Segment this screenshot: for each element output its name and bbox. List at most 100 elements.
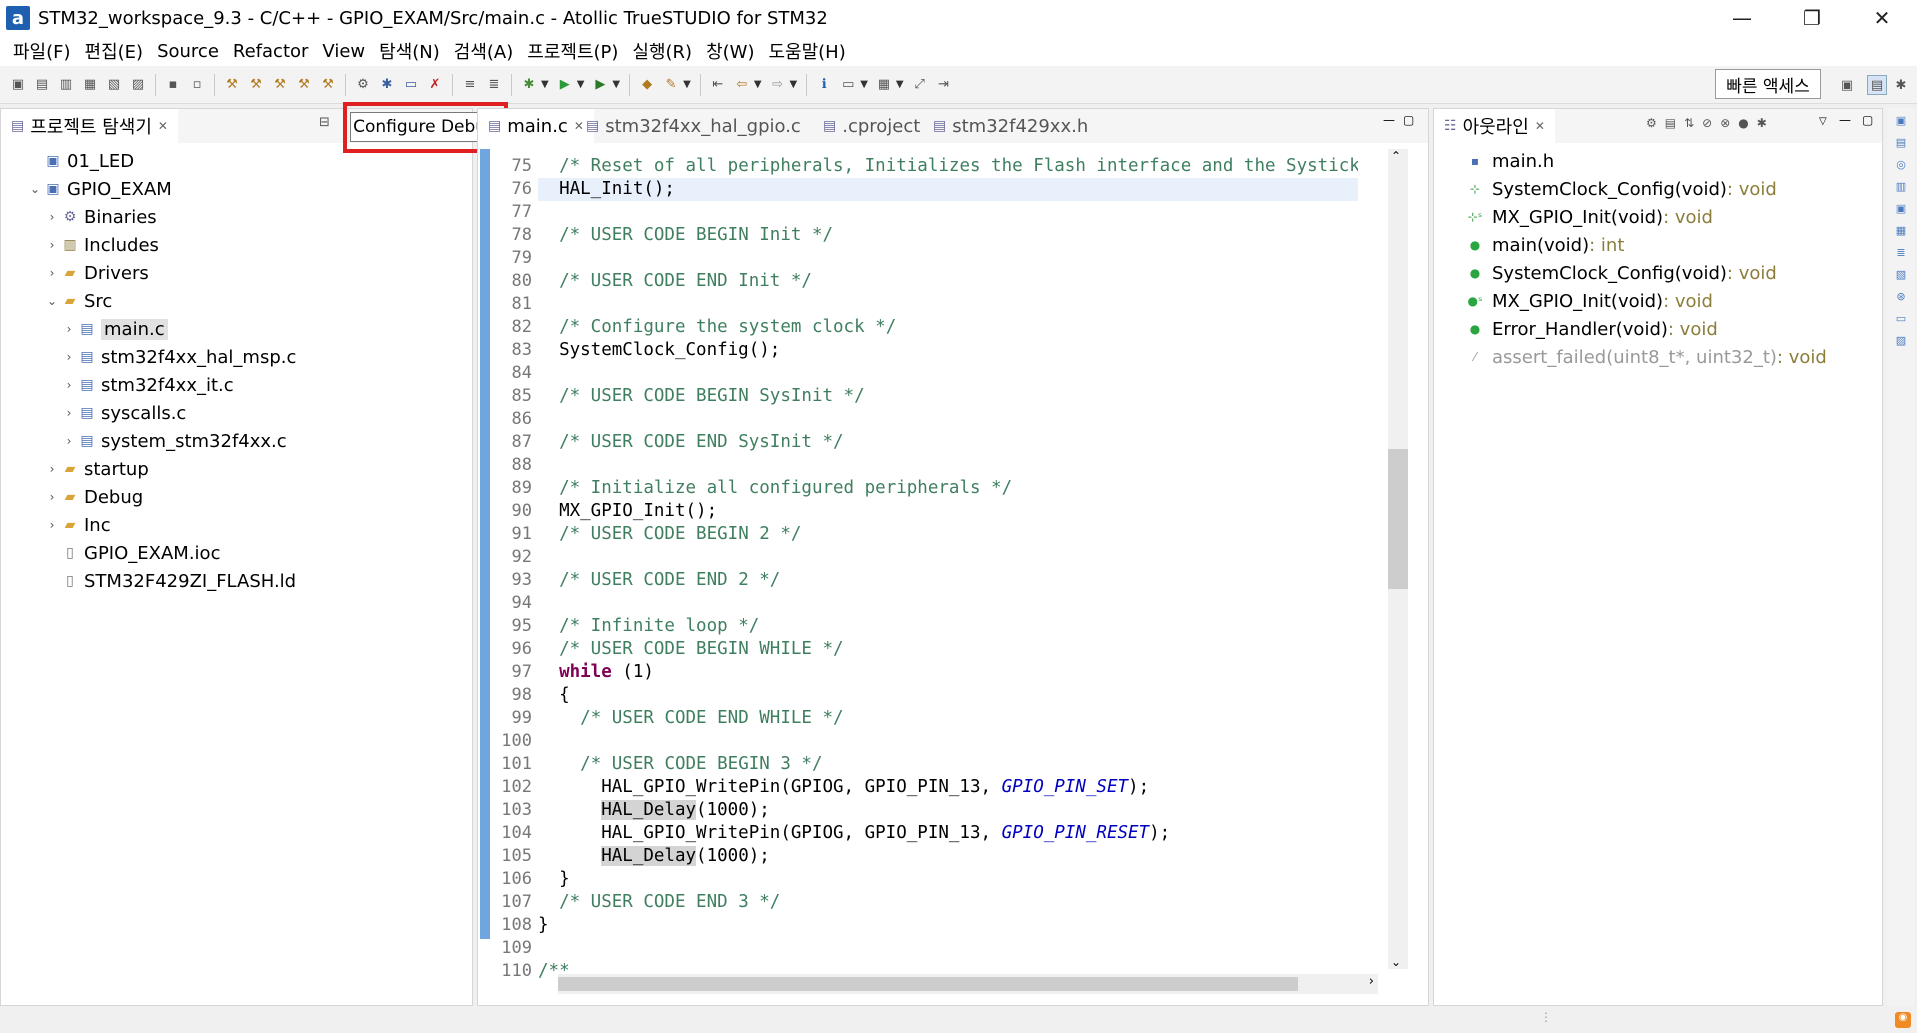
tree-item[interactable]: › ▤ syscalls.c bbox=[1, 399, 472, 427]
code-line[interactable]: /* USER CODE BEGIN Init */ bbox=[538, 224, 1358, 247]
debug-settings-icon[interactable]: ⚙ bbox=[353, 75, 373, 95]
code-line[interactable]: /* USER CODE BEGIN SysInit */ bbox=[538, 385, 1358, 408]
clean-icon[interactable]: ⚒ bbox=[294, 75, 314, 95]
rebuild-icon[interactable]: ⚒ bbox=[270, 75, 290, 95]
code-line[interactable]: /* USER CODE BEGIN WHILE */ bbox=[538, 638, 1358, 661]
code-line[interactable]: /* USER CODE END Init */ bbox=[538, 270, 1358, 293]
window-icon[interactable]: ▭ bbox=[838, 75, 858, 95]
code-line[interactable]: } bbox=[538, 868, 1358, 891]
run-icon[interactable]: ▶ bbox=[555, 75, 575, 95]
code-line[interactable] bbox=[538, 546, 1358, 569]
tasks-view-icon[interactable]: ▨ bbox=[1893, 334, 1909, 350]
code-line[interactable] bbox=[538, 937, 1358, 960]
layout-icon[interactable]: ▦ bbox=[874, 75, 894, 95]
horizontal-scrollbar[interactable]: › bbox=[558, 974, 1378, 994]
code-line[interactable] bbox=[538, 247, 1358, 270]
tree-item[interactable]: ▯ GPIO_EXAM.ioc bbox=[1, 539, 472, 567]
tree-item[interactable]: › ▰ Drivers bbox=[1, 259, 472, 287]
code-line[interactable] bbox=[538, 201, 1358, 224]
new-class-icon[interactable]: ▦ bbox=[80, 75, 100, 95]
tree-item[interactable]: › ▤ system_stm32f4xx.c bbox=[1, 427, 472, 455]
chevron-right-icon[interactable]: › bbox=[61, 350, 77, 364]
forward-dropdown-icon[interactable]: ▼ bbox=[790, 79, 798, 90]
code-line[interactable]: /* USER CODE END 3 */ bbox=[538, 891, 1358, 914]
external-tools-dropdown-icon[interactable]: ▼ bbox=[612, 79, 620, 90]
search-icon[interactable]: ✎ bbox=[661, 75, 681, 95]
chevron-right-icon[interactable]: › bbox=[61, 434, 77, 448]
configure-debug-icon[interactable]: ✱ bbox=[377, 75, 397, 95]
outline-item[interactable]: ● SystemClock_Config(void) : void bbox=[1434, 259, 1882, 287]
vertical-scrollbar[interactable]: ⌃ ⌄ bbox=[1388, 149, 1408, 969]
code-line[interactable]: /* USER CODE BEGIN 3 */ bbox=[538, 753, 1358, 776]
run-dropdown-icon[interactable]: ▼ bbox=[577, 79, 585, 90]
tree-item[interactable]: › ▤ stm32f4xx_it.c bbox=[1, 371, 472, 399]
code-line[interactable]: while (1) bbox=[538, 661, 1358, 684]
tree-item[interactable]: › ▰ startup bbox=[1, 455, 472, 483]
code-line[interactable]: /* Initialize all configured peripherals… bbox=[538, 477, 1358, 500]
format-icon[interactable]: ≣ bbox=[484, 75, 504, 95]
save-icon[interactable]: ▪ bbox=[163, 75, 183, 95]
code-line[interactable]: SystemClock_Config(); bbox=[538, 339, 1358, 362]
chevron-right-icon[interactable]: › bbox=[44, 266, 60, 280]
menu-item[interactable]: Source bbox=[150, 41, 226, 62]
close-button[interactable]: ✕ bbox=[1847, 0, 1917, 36]
chevron-right-icon[interactable]: › bbox=[44, 518, 60, 532]
properties-view-icon[interactable]: ▥ bbox=[1893, 180, 1909, 196]
code-line[interactable] bbox=[538, 592, 1358, 615]
outline-item[interactable]: ●ˢ MX_GPIO_Init(void) : void bbox=[1434, 287, 1882, 315]
restore-icon[interactable]: ▣ bbox=[1893, 114, 1909, 130]
code-line[interactable] bbox=[538, 730, 1358, 753]
static-stack-icon[interactable]: ≣ bbox=[1893, 246, 1909, 262]
tree-item[interactable]: › ▰ Debug bbox=[1, 483, 472, 511]
outline-item[interactable]: ⊹ SystemClock_Config(void) : void bbox=[1434, 175, 1882, 203]
tree-item[interactable]: › ▤ main.c bbox=[1, 315, 472, 343]
close-icon[interactable]: ✕ bbox=[1535, 119, 1545, 133]
exit-icon[interactable]: ⇥ bbox=[934, 75, 954, 95]
code-line[interactable]: } bbox=[538, 914, 1358, 937]
search-view-icon[interactable]: ⊛ bbox=[1893, 290, 1909, 306]
outline-menu-icon[interactable]: ▽ bbox=[1819, 116, 1827, 127]
debug-dropdown-icon[interactable]: ▼ bbox=[541, 79, 549, 90]
open-type-icon[interactable]: ◆ bbox=[637, 75, 657, 95]
code-line[interactable] bbox=[538, 408, 1358, 431]
outline-toolbar-icons[interactable]: ⚙▤⇅⊘⊗●✱ bbox=[1646, 116, 1775, 130]
code-line[interactable] bbox=[538, 293, 1358, 316]
back-dropdown-icon[interactable]: ▼ bbox=[754, 79, 762, 90]
tree-item[interactable]: ⌄ ▣ GPIO_EXAM bbox=[1, 175, 472, 203]
chevron-right-icon[interactable]: › bbox=[61, 378, 77, 392]
build-analyzer-icon[interactable]: ▦ bbox=[1893, 224, 1909, 240]
menu-item[interactable]: Refactor bbox=[226, 41, 316, 62]
build-all-icon[interactable]: ⚒ bbox=[246, 75, 266, 95]
outline-item[interactable]: ⁄ assert_failed(uint8_t*, uint32_t) : voi… bbox=[1434, 343, 1882, 371]
code-line[interactable]: /* Configure the system clock */ bbox=[538, 316, 1358, 339]
debug-perspective-icon[interactable]: ✱ bbox=[1891, 75, 1911, 95]
open-file-icon[interactable]: ▨ bbox=[128, 75, 148, 95]
outline-item[interactable]: ⊹ˢ MX_GPIO_Init(void) : void bbox=[1434, 203, 1882, 231]
code-line[interactable]: HAL_GPIO_WritePin(GPIOG, GPIO_PIN_13, GP… bbox=[538, 776, 1358, 799]
window-dropdown-icon[interactable]: ▼ bbox=[860, 79, 868, 90]
build-icon[interactable]: ⚒ bbox=[222, 75, 242, 95]
code-line[interactable] bbox=[538, 362, 1358, 385]
menu-item[interactable]: 편집(E) bbox=[78, 38, 151, 64]
chevron-right-icon[interactable]: › bbox=[44, 462, 60, 476]
code-line[interactable]: /* USER CODE END SysInit */ bbox=[538, 431, 1358, 454]
new-project-icon[interactable]: ▧ bbox=[104, 75, 124, 95]
debug-icon[interactable]: ✱ bbox=[519, 75, 539, 95]
open-perspective-icon[interactable]: ▣ bbox=[1837, 75, 1857, 95]
maximize-view-icon[interactable]: ▢ bbox=[1862, 113, 1873, 127]
menu-item[interactable]: 프로젝트(P) bbox=[520, 38, 625, 64]
code-line[interactable]: HAL_Init(); bbox=[538, 178, 1358, 201]
editor-tab[interactable]: ▤ stm32f4xx_hal_gpio.c bbox=[576, 109, 811, 143]
tree-item[interactable]: › ▤ stm32f4xx_hal_msp.c bbox=[1, 343, 472, 371]
tree-item[interactable]: ▯ STM32F429ZI_FLASH.ld bbox=[1, 567, 472, 595]
horizontal-scroll-thumb[interactable] bbox=[558, 977, 1298, 991]
editor-tab[interactable]: ▤ .cproject bbox=[813, 109, 930, 143]
chevron-right-icon[interactable]: › bbox=[44, 238, 60, 252]
new-header-icon[interactable]: ▤ bbox=[32, 75, 52, 95]
search-dropdown-icon[interactable]: ▼ bbox=[683, 79, 691, 90]
menu-item[interactable]: 도움말(H) bbox=[761, 38, 852, 64]
code-line[interactable]: /* Reset of all peripherals, Initializes… bbox=[538, 155, 1358, 178]
minimize-button[interactable]: — bbox=[1707, 0, 1777, 36]
maximize-button[interactable]: ❐ bbox=[1777, 0, 1847, 36]
code-line[interactable]: HAL_Delay(1000); bbox=[538, 845, 1358, 868]
